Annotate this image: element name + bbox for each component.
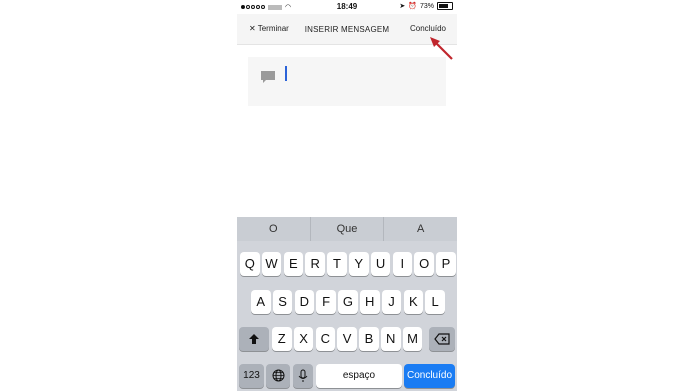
status-bar: ◠ 18:49 ➤ ⏰ 73%	[237, 0, 457, 14]
suggestion-item[interactable]: O	[237, 217, 311, 241]
navigation-bar: ✕ Terminar INSERIR MENSAGEM Concluído	[237, 14, 457, 45]
key-s[interactable]: S	[272, 290, 293, 314]
key-u[interactable]: U	[370, 252, 391, 276]
key-e[interactable]: E	[283, 252, 304, 276]
key-row-1: QWERTYUIOP	[237, 252, 457, 276]
return-key[interactable]: Concluído	[404, 364, 455, 388]
key-g[interactable]: G	[338, 290, 358, 314]
key-d[interactable]: D	[294, 290, 315, 314]
location-icon: ➤	[399, 3, 406, 10]
globe-icon	[272, 369, 284, 382]
key-l[interactable]: L	[425, 290, 445, 314]
key-p[interactable]: P	[436, 252, 456, 276]
key-q[interactable]: Q	[240, 252, 260, 276]
key-b[interactable]: B	[359, 327, 379, 351]
key-t[interactable]: T	[327, 252, 347, 276]
key-row-2: ASDFGHJKL	[237, 290, 457, 314]
shift-arrow-icon	[249, 334, 259, 344]
key-row-3: ZXCVBNM	[237, 327, 457, 351]
key-y[interactable]: Y	[349, 252, 369, 276]
key-i[interactable]: I	[392, 252, 413, 276]
key-r[interactable]: R	[305, 252, 325, 276]
message-input[interactable]	[248, 57, 446, 106]
alarm-icon: ⏰	[408, 3, 417, 10]
battery-icon	[437, 2, 453, 10]
key-v[interactable]: V	[337, 327, 357, 351]
keyboard: O Que A QWERTYUIOP ASDFGHJKL ZXCVBNM 123	[237, 217, 457, 391]
text-cursor	[285, 66, 287, 81]
globe-key[interactable]	[266, 364, 290, 388]
done-button[interactable]: Concluído	[410, 24, 446, 33]
key-k[interactable]: K	[403, 290, 424, 314]
key-z[interactable]: Z	[272, 327, 292, 351]
key-f[interactable]: F	[316, 290, 336, 314]
status-right: ➤ ⏰ 73%	[399, 2, 453, 10]
backspace-icon	[434, 333, 450, 345]
key-row-4: 123 espaço Concluído	[237, 364, 457, 388]
chat-bubble-icon	[261, 71, 275, 83]
key-w[interactable]: W	[261, 252, 282, 276]
suggestion-item[interactable]: A	[384, 217, 457, 241]
backspace-key[interactable]	[429, 327, 455, 351]
key-m[interactable]: M	[402, 327, 423, 351]
phone-screen: ◠ 18:49 ➤ ⏰ 73% ✕ Terminar INSERIR MENSA…	[237, 0, 457, 391]
key-n[interactable]: N	[381, 327, 401, 351]
shift-key[interactable]	[239, 327, 269, 351]
suggestion-item[interactable]: Que	[311, 217, 385, 241]
numbers-key[interactable]: 123	[239, 364, 264, 388]
space-key[interactable]: espaço	[316, 364, 402, 388]
predictive-bar: O Que A	[237, 217, 457, 241]
key-j[interactable]: J	[381, 290, 402, 314]
key-o[interactable]: O	[414, 252, 434, 276]
key-h[interactable]: H	[360, 290, 380, 314]
key-a[interactable]: A	[251, 290, 271, 314]
battery-percent: 73%	[419, 2, 434, 10]
dictation-key[interactable]	[293, 364, 313, 388]
key-x[interactable]: X	[293, 327, 314, 351]
microphone-icon	[298, 369, 308, 382]
key-c[interactable]: C	[315, 327, 336, 351]
